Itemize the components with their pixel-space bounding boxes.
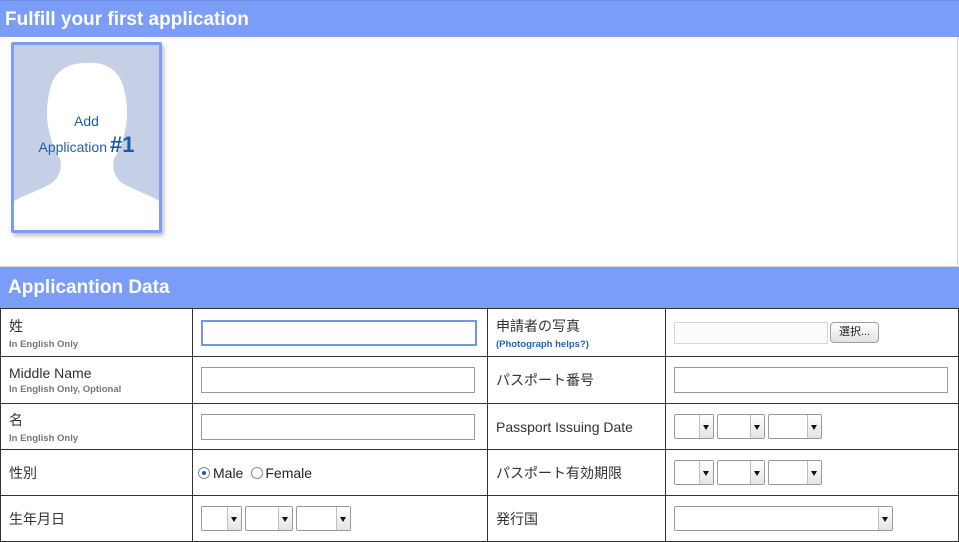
input-cell: Male Female	[192, 449, 488, 496]
table-row: 性別 Male Female パスポート有効期限	[0, 449, 959, 496]
birth-year-select[interactable]	[201, 506, 242, 531]
application-data-table: 姓 In English Only 申請者の写真 (Photograph hel…	[0, 308, 959, 542]
chevron-down-icon	[699, 461, 713, 484]
input-cell	[665, 403, 959, 450]
expiry-day-select[interactable]	[768, 460, 822, 485]
label-cell: 生年月日	[0, 495, 193, 542]
field-label-passport-number: パスポート番号	[496, 372, 594, 388]
given-name-input[interactable]	[201, 413, 475, 440]
label-cell: Middle Name In English Only, Optional	[0, 356, 193, 404]
photo-choose-button[interactable]: 選択...	[830, 322, 880, 343]
expiry-month-select[interactable]	[717, 460, 765, 485]
input-cell	[192, 308, 488, 357]
gender-male-radio[interactable]	[198, 467, 210, 480]
section-title-application-data: Applicantion Data	[0, 266, 959, 308]
chevron-down-icon	[878, 507, 892, 530]
input-cell	[665, 356, 959, 404]
chevron-down-icon	[807, 415, 821, 438]
label-cell: 申請者の写真 (Photograph helps?)	[487, 308, 666, 357]
surname-input[interactable]	[201, 319, 477, 346]
label-cell: 性別	[0, 449, 193, 496]
input-cell	[665, 449, 959, 496]
table-row: 姓 In English Only 申請者の写真 (Photograph hel…	[0, 308, 959, 357]
field-label-birth-date: 生年月日	[9, 510, 65, 527]
section-title-fulfill: Fulfill your first application	[0, 0, 959, 37]
gender-male-label[interactable]: Male	[213, 465, 243, 481]
chevron-down-icon	[807, 461, 821, 484]
issuing-month-select[interactable]	[717, 414, 765, 439]
label-cell: 発行国	[487, 495, 666, 542]
label-cell: パスポート番号	[487, 356, 666, 404]
input-cell	[665, 495, 959, 542]
input-cell: 選択...	[665, 308, 959, 357]
photograph-help-link[interactable]: (Photograph helps?)	[496, 339, 665, 350]
birth-month-select[interactable]	[245, 506, 293, 531]
field-label-middle-name: Middle Name	[9, 365, 92, 381]
field-label-issuing-country: 発行国	[496, 510, 538, 527]
table-row: 名 In English Only Passport Issuing Date	[0, 403, 959, 450]
input-cell	[192, 495, 488, 542]
add-application-card[interactable]: Add Application #1	[11, 42, 162, 233]
gender-female-label[interactable]: Female	[265, 465, 312, 481]
label-cell: パスポート有効期限	[487, 449, 666, 496]
field-label-passport-issuing-date: Passport Issuing Date	[496, 418, 633, 435]
field-hint: In English Only	[9, 432, 79, 444]
chevron-down-icon	[750, 461, 764, 484]
field-label-given-name: 名	[9, 411, 23, 428]
table-row: 生年月日 発行国	[0, 495, 959, 542]
application-label: Application	[38, 139, 108, 155]
field-hint: In English Only, Optional	[9, 384, 122, 395]
middle-name-input[interactable]	[201, 367, 475, 393]
chevron-down-icon	[336, 507, 350, 530]
gender-female-radio[interactable]	[251, 467, 264, 480]
field-label-surname: 姓	[9, 317, 23, 334]
chevron-down-icon	[227, 507, 241, 530]
passport-number-input[interactable]	[674, 367, 948, 393]
field-label-gender: 性別	[9, 464, 37, 481]
photo-file-path	[674, 321, 828, 344]
chevron-down-icon	[699, 415, 713, 438]
expiry-year-select[interactable]	[674, 460, 714, 485]
input-cell	[192, 356, 488, 404]
chevron-down-icon	[278, 507, 292, 530]
table-row: Middle Name In English Only, Optional パス…	[0, 356, 959, 404]
add-label: Add	[74, 113, 99, 129]
field-hint: In English Only	[9, 338, 79, 350]
field-label-passport-expiry: パスポート有効期限	[496, 464, 622, 481]
chevron-down-icon	[750, 415, 764, 438]
issuing-day-select[interactable]	[768, 414, 822, 439]
birth-day-select[interactable]	[296, 506, 351, 531]
input-cell	[192, 403, 488, 450]
issuing-country-select[interactable]	[674, 506, 893, 531]
label-cell: 姓 In English Only	[0, 308, 193, 357]
label-cell: 名 In English Only	[0, 403, 193, 450]
issuing-year-select[interactable]	[674, 414, 714, 439]
label-cell: Passport Issuing Date	[487, 403, 666, 450]
field-label-photo: 申請者の写真	[496, 317, 580, 334]
application-number: #1	[110, 132, 135, 157]
add-application-text[interactable]: Add Application #1	[14, 109, 159, 159]
